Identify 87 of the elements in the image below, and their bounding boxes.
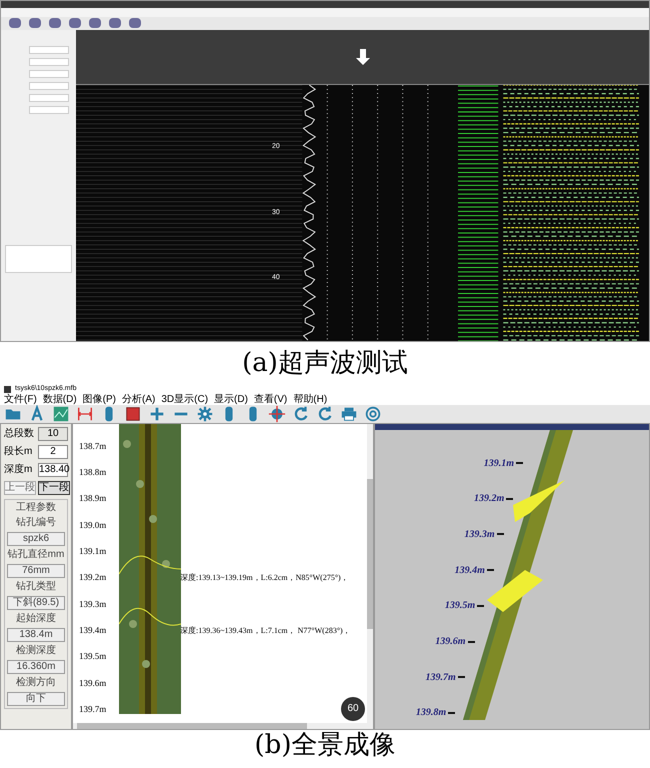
horizontal-scrollbar[interactable] [73,722,373,729]
parameter-label: 检测深度 [16,644,56,656]
tick-mark [477,604,484,607]
depth-label: 138.7m [78,440,108,453]
depth-label: 139.6m [78,676,108,690]
parameter-value: 76mm [7,564,65,578]
depth-label: 139.5m [444,599,476,614]
input-field[interactable] [29,94,69,102]
rotate-icon[interactable] [316,404,334,422]
depth-label: 139.3m [78,598,108,611]
menu-item[interactable]: 查看(V) [254,394,288,404]
depth-label: 139.4m [78,624,108,637]
menu-item[interactable]: 分析(A) [122,394,156,404]
depth-label: 139.1m [484,456,514,470]
tool-icon[interactable] [29,18,41,28]
menu-item[interactable]: 文件(F) [4,394,37,404]
circle-icon[interactable] [364,404,382,422]
field-label: 总段数 [4,428,34,440]
parameter-label: 钻孔类型 [16,580,56,592]
input-field[interactable]: 2 [38,444,68,458]
down-arrow-icon [356,48,370,65]
menu-item[interactable]: 显示(D) [214,394,248,404]
vertical-scrollbar[interactable] [367,424,373,723]
parameter-label: 钻孔直径mm [8,548,64,560]
parameter-value: spzk6 [7,532,65,546]
parameter-label: 钻孔编号 [16,516,56,528]
tool-icon[interactable] [49,18,61,28]
segment-button[interactable]: 上一段 [4,480,36,494]
parameter-value: 向下 [7,692,65,706]
field-label: 段长m [4,446,32,458]
figure-caption: (a)超声波测试 [242,346,408,380]
tool-icon[interactable] [89,18,101,28]
figure-caption: (b)全景成像 [254,728,396,762]
tick-mark [486,569,494,572]
tick-mark [506,498,514,500]
tool-icon[interactable] [129,18,141,28]
parameter-label: 检测方向 [16,676,56,688]
tick-mark [496,533,504,536]
tick-mark [458,676,465,678]
depth-label: 138.9m [78,492,108,506]
depth-label: 139.3m [464,528,495,542]
depth-label: 139.2m [474,492,504,506]
menu-item[interactable]: 3D显示(C) [161,394,208,404]
depth-label: 139.7m [426,670,456,685]
input-field[interactable] [29,70,69,78]
tick-mark [516,462,523,464]
parameter-label: 起始深度 [16,612,56,624]
tool-icon[interactable] [69,18,81,28]
gear-icon[interactable] [196,404,214,422]
printer-icon[interactable] [340,404,358,422]
input-field[interactable] [29,58,69,66]
input-field[interactable] [29,106,69,114]
input-field[interactable] [29,82,69,90]
field-label: 深度m [4,464,32,476]
depth-label: 139.1m [78,545,108,558]
zoom-badge[interactable]: 60 [341,696,365,721]
plus-icon[interactable] [148,404,166,422]
target-icon[interactable] [268,404,286,422]
depth-label: 139.4m [454,564,485,578]
depth-label: 139.8m [416,706,446,720]
depth-label: 139.6m [435,635,466,649]
parameter-value: 138.4m [7,628,65,642]
depth-label: 139.0m [78,518,108,532]
menu-item[interactable]: 图像(P) [82,394,116,404]
parameter-value: 下斜(89.5) [7,596,65,610]
input-field: 10 [38,426,68,440]
group-title: 工程参数 [16,502,56,514]
input-field[interactable]: 138.40 [38,462,68,476]
segment-button[interactable]: 下一段 [38,480,70,494]
depth-label: 139.7m [78,702,108,716]
menu-item[interactable]: 帮助(H) [293,394,328,404]
square-icon[interactable] [124,404,142,422]
depth-label: 139.5m [78,650,108,664]
ruler-icon[interactable] [76,404,94,422]
menu-item[interactable]: 数据(D) [42,394,77,404]
tool-icon[interactable] [109,18,121,28]
input-field[interactable] [29,46,69,54]
chart-icon[interactable] [52,404,70,422]
tick-mark [468,640,474,642]
parameter-value: 16.360m [7,660,65,674]
depth-label: 139.2m [78,571,108,584]
tick-mark [448,712,456,714]
rotate-icon[interactable] [292,404,310,422]
list-box [5,245,72,274]
depth-label: 138.8m [78,466,108,480]
app-icon [4,386,11,393]
tool-icon[interactable] [9,18,21,28]
